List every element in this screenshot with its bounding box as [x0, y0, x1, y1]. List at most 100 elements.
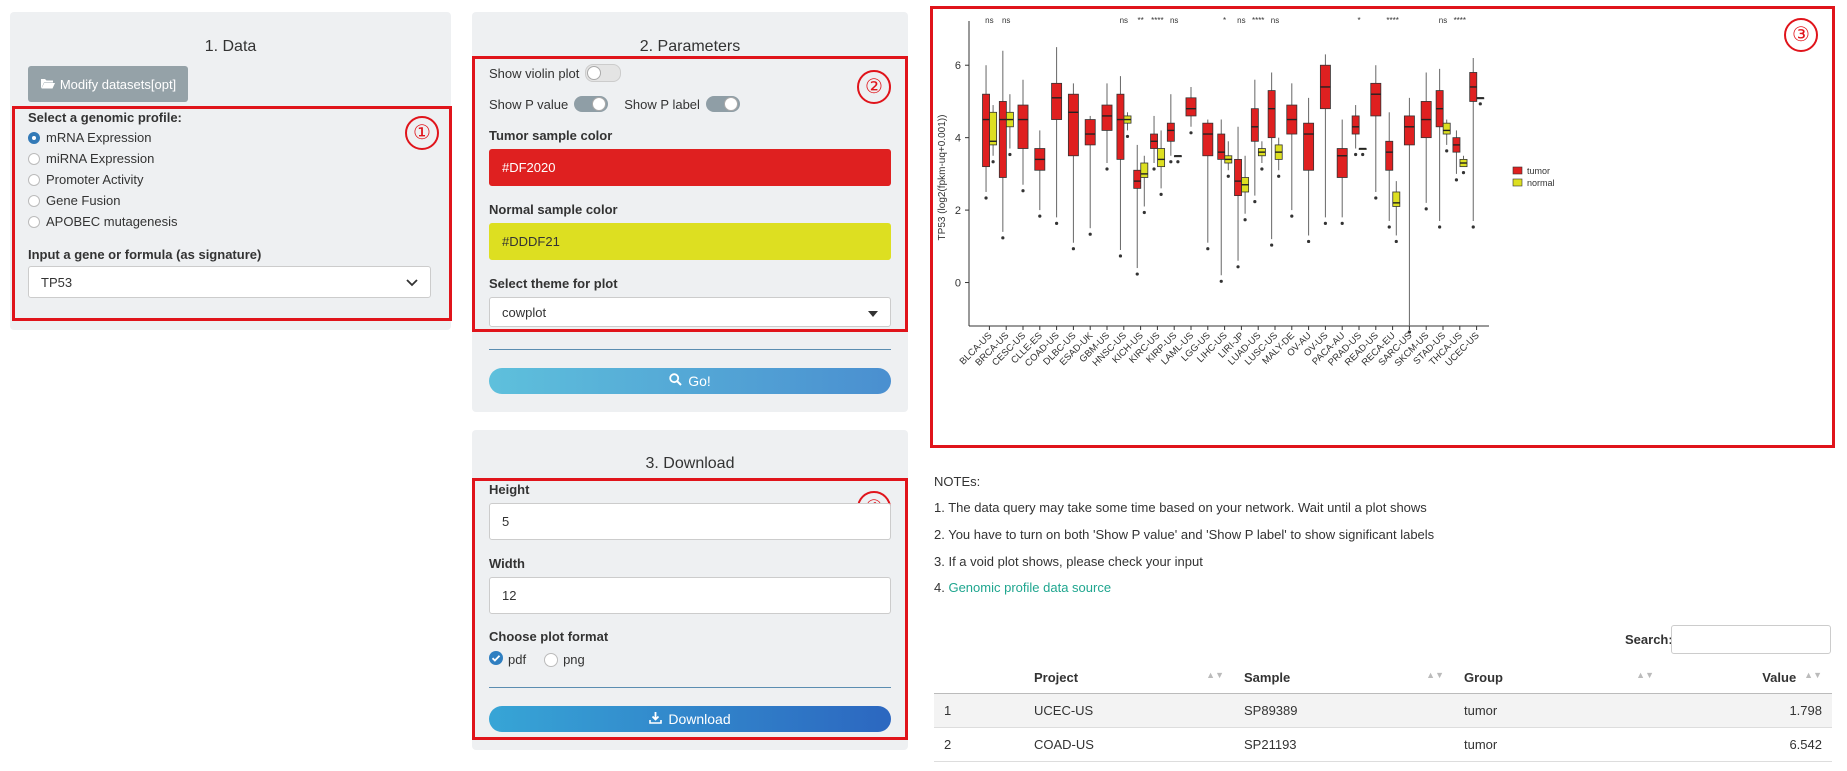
radio-icon: [28, 173, 40, 186]
normal-outlier-point: [1394, 239, 1398, 244]
theme-select[interactable]: cowplot: [489, 297, 891, 327]
table-cell: UCEC-US: [1024, 693, 1234, 728]
data-source-link[interactable]: Genomic profile data source: [948, 580, 1111, 595]
significance-label: ns: [1120, 16, 1128, 25]
tumor-outlier-point: [1038, 214, 1042, 218]
format-option-pdf[interactable]: pdf: [489, 651, 526, 668]
format-option-label: png: [563, 652, 585, 667]
checked-circle-icon: [489, 651, 503, 668]
radio-icon: [28, 215, 40, 228]
tumor-outlier-point: [1135, 272, 1139, 276]
column-header-group[interactable]: Group ▲▼: [1454, 662, 1664, 694]
profile-option-label: Gene Fusion: [46, 193, 121, 208]
normal-outlier-point: [1125, 134, 1130, 139]
pvalue-toggle[interactable]: [574, 96, 609, 112]
violin-toggle[interactable]: [585, 64, 622, 82]
significance-label: ns: [1439, 16, 1447, 25]
significance-label: ns: [1002, 16, 1010, 25]
go-button[interactable]: Go!: [489, 368, 891, 394]
search-icon: [669, 373, 682, 389]
normal-outlier-point: [1008, 152, 1012, 157]
gene-select[interactable]: TP53: [28, 266, 431, 298]
violin-toggle-label: Show violin plot: [489, 65, 580, 81]
column-header-label: Value: [1762, 670, 1797, 685]
y-tick-label: 0: [955, 278, 961, 290]
table-cell: 1.798: [1664, 693, 1832, 728]
plabel-toggle[interactable]: [705, 96, 740, 112]
column-header-label: Sample: [1244, 670, 1291, 685]
format-option-png[interactable]: png: [544, 652, 585, 667]
annotation-marker-2: ②: [857, 70, 891, 104]
profile-option-mirna[interactable]: miRNA Expression: [28, 151, 154, 166]
data-panel-title: 1. Data: [204, 38, 257, 55]
notes-heading: NOTEs:: [934, 474, 981, 489]
normal-color-value: #DDDF21: [502, 234, 560, 249]
tumor-box: [982, 93, 990, 168]
tumor-outlier-point: [1387, 225, 1391, 229]
tumor-outlier-point: [1253, 200, 1257, 204]
profile-option-label: APOBEC mutagenesis: [46, 214, 178, 229]
width-input[interactable]: 12: [489, 577, 891, 614]
profile-option-mrna[interactable]: mRNA Expression: [28, 130, 151, 145]
profile-option-apobec[interactable]: APOBEC mutagenesis: [28, 214, 178, 229]
tumor-box: [1336, 148, 1348, 178]
table-search-input[interactable]: [1671, 625, 1831, 654]
genomic-profile-label: Select a genomic profile:: [28, 110, 182, 125]
height-input[interactable]: 5: [489, 503, 891, 540]
normal-color-input[interactable]: #DDDF21: [489, 223, 891, 260]
tumor-box: [1185, 97, 1197, 117]
column-header-project[interactable]: Project ▲▼: [1024, 662, 1234, 694]
table-cell: 2: [934, 727, 1024, 762]
tumor-box: [1133, 169, 1142, 189]
table-cell: 1: [934, 693, 1024, 728]
normal-outlier-point: [1445, 149, 1449, 153]
table-header-row: Project ▲▼ Sample ▲▼ Group ▲▼ Value ▲▼: [934, 662, 1832, 694]
normal-box: [989, 111, 998, 146]
tumor-outlier-point: [1189, 131, 1193, 135]
tumor-box: [1351, 115, 1360, 135]
table-cell: SP89389: [1234, 693, 1454, 728]
tumor-outlier-point: [1236, 265, 1240, 269]
tumor-outlier-point: [1001, 236, 1005, 240]
download-panel-title: 3. Download: [645, 455, 735, 472]
parameters-panel-title: 2. Parameters: [639, 38, 741, 55]
plabel-toggle-label: Show P label: [624, 96, 700, 112]
tumor-outlier-point: [1454, 178, 1459, 182]
significance-label: ****: [1252, 16, 1264, 25]
profile-option-fusion[interactable]: Gene Fusion: [28, 193, 120, 208]
tumor-box: [1116, 93, 1125, 160]
column-header-value[interactable]: Value ▲▼: [1664, 662, 1832, 694]
download-icon: [649, 711, 663, 727]
table-row[interactable]: 2 COAD-US SP21193 tumor 6.542: [934, 727, 1832, 762]
format-options: pdf png: [489, 651, 585, 668]
tumor-box: [1166, 122, 1175, 142]
significance-label: ****: [1151, 16, 1163, 25]
tumor-outlier-point: [1021, 189, 1025, 193]
tumor-outlier-point: [1055, 221, 1059, 225]
normal-outlier-point: [1142, 210, 1146, 215]
y-tick-label: 2: [955, 205, 961, 217]
tumor-box: [1303, 122, 1315, 171]
tumor-color-input[interactable]: #DF2020: [489, 149, 891, 186]
table-row[interactable]: 1 UCEC-US SP89389 tumor 1.798: [934, 693, 1832, 728]
tumor-color-label: Tumor sample color: [489, 128, 613, 143]
normal-outlier-point: [1176, 160, 1180, 164]
normal-box: [1157, 148, 1166, 168]
profile-option-promoter[interactable]: Promoter Activity: [28, 172, 144, 187]
download-button[interactable]: Download: [489, 706, 891, 732]
download-button-label: Download: [668, 711, 731, 727]
normal-color-label: Normal sample color: [489, 202, 618, 217]
toggle-knob: [592, 97, 607, 111]
modify-datasets-label: Modify datasets[opt]: [59, 76, 177, 92]
tumor-outlier-point: [1105, 167, 1109, 171]
column-header-sample[interactable]: Sample ▲▼: [1234, 662, 1454, 694]
tumor-outlier-point: [1374, 196, 1378, 200]
height-value: 5: [502, 514, 510, 529]
violin-toggle-row: Show violin plot: [489, 64, 622, 82]
column-header-index[interactable]: [934, 662, 1024, 694]
tumor-outlier-point: [1206, 247, 1210, 251]
profile-option-label: miRNA Expression: [46, 151, 155, 166]
table-cell: 6.542: [1664, 727, 1832, 762]
modify-datasets-button[interactable]: Modify datasets[opt]: [28, 66, 188, 102]
tumor-outlier-point: [1118, 254, 1123, 258]
